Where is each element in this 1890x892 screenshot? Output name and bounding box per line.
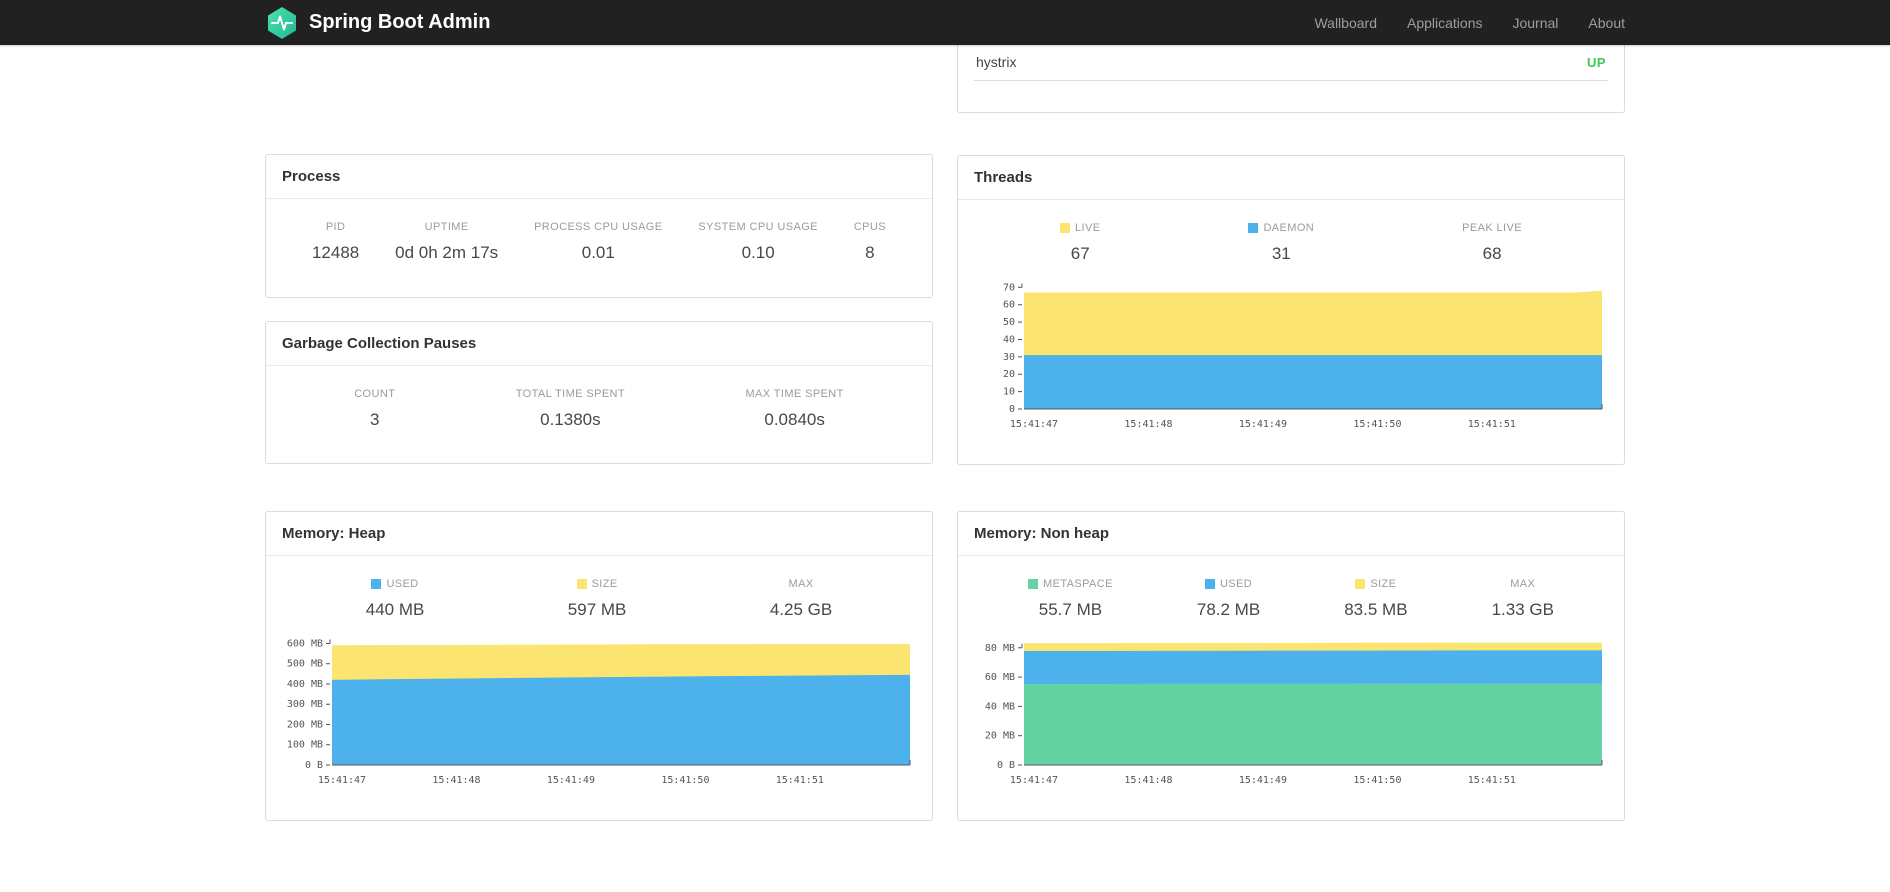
stat-pid: PID 12488	[311, 221, 360, 262]
threads-chart: 70 60 50 40 30 20 10 0 15:41:47 15:41:48 15:41:49 1…	[968, 278, 1614, 436]
spring-boot-admin-logo-icon	[268, 6, 296, 39]
application-row-hystrix: hystrix UP	[974, 44, 1608, 81]
svg-text:15:41:49: 15:41:49	[1239, 419, 1287, 430]
svg-text:15:41:47: 15:41:47	[318, 775, 366, 786]
stat-threads-live: LIVE 67	[1060, 222, 1100, 264]
svg-text:0: 0	[1009, 404, 1015, 415]
svg-text:10: 10	[1003, 387, 1015, 398]
gc-panel-title: Garbage Collection Pauses	[266, 322, 932, 366]
stat-process-cpu-usage: PROCESS CPU USAGE 0.01	[534, 221, 663, 262]
svg-text:15:41:50: 15:41:50	[1353, 419, 1401, 430]
svg-text:80 MB: 80 MB	[985, 643, 1015, 654]
svg-text:30: 30	[1003, 352, 1015, 363]
threads-panel: Threads LIVE 67 DAEMON 31 PEAK LIVE 68 7…	[957, 155, 1625, 465]
stat-cpus: CPUS 8	[853, 221, 886, 262]
svg-text:200 MB: 200 MB	[287, 719, 323, 730]
svg-text:0 B: 0 B	[305, 760, 323, 771]
stat-nonheap-used: USED 78.2 MB	[1196, 578, 1261, 619]
status-badge: UP	[1586, 54, 1606, 70]
svg-text:60 MB: 60 MB	[985, 672, 1015, 683]
brand-title: Spring Boot Admin	[309, 11, 491, 33]
memory-nonheap-panel-title: Memory: Non heap	[958, 512, 1624, 556]
stat-heap-max: MAX 4.25 GB	[769, 578, 833, 619]
svg-text:60: 60	[1003, 300, 1015, 311]
stat-nonheap-metaspace: METASPACE 55.7 MB	[1028, 578, 1113, 620]
brand-home-link[interactable]: Spring Boot Admin	[265, 6, 490, 40]
daemon-legend-swatch	[1248, 223, 1259, 233]
process-stats: PID 12488 UPTIME 0d 0h 2m 17s PROCESS CP…	[266, 199, 932, 263]
threads-stats: LIVE 67 DAEMON 31 PEAK LIVE 68	[958, 200, 1624, 264]
nav-link-wallboard[interactable]: Wallboard	[1314, 15, 1377, 31]
stat-nonheap-max: MAX 1.33 GB	[1491, 578, 1554, 619]
heap-size-legend-swatch	[576, 579, 587, 589]
left-column: Process PID 12488 UPTIME 0d 0h 2m 17s PR…	[265, 45, 933, 821]
stat-gc-total-time: TOTAL TIME SPENT 0.1380s	[515, 388, 626, 429]
svg-text:500 MB: 500 MB	[287, 659, 323, 670]
svg-text:15:41:51: 15:41:51	[776, 775, 824, 786]
nonheap-used-legend-swatch	[1204, 579, 1215, 589]
svg-text:15:41:47: 15:41:47	[1010, 419, 1058, 430]
memory-nonheap-panel: Memory: Non heap METASPACE 55.7 MB USED …	[957, 511, 1625, 821]
svg-text:40: 40	[1003, 334, 1015, 345]
svg-text:15:41:48: 15:41:48	[432, 775, 480, 786]
svg-text:15:41:51: 15:41:51	[1468, 775, 1516, 786]
memory-nonheap-chart: 80 MB 60 MB 40 MB 20 MB 0 B 15:41:47 15:41:48 1…	[968, 634, 1614, 792]
svg-text:100 MB: 100 MB	[287, 740, 323, 751]
nav-links: Wallboard Applications Journal About	[1314, 15, 1625, 31]
memory-heap-panel: Memory: Heap USED 440 MB SIZE 597 MB MAX…	[265, 511, 933, 821]
application-name-link[interactable]: hystrix	[976, 54, 1016, 70]
svg-text:300 MB: 300 MB	[287, 699, 323, 710]
stat-nonheap-size: SIZE 83.5 MB	[1344, 578, 1408, 619]
stat-system-cpu-usage: SYSTEM CPU USAGE 0.10	[698, 221, 818, 262]
svg-text:70: 70	[1003, 282, 1015, 293]
svg-text:0 B: 0 B	[997, 760, 1015, 771]
svg-text:400 MB: 400 MB	[287, 679, 323, 690]
svg-text:15:41:48: 15:41:48	[1124, 775, 1172, 786]
threads-panel-title: Threads	[958, 156, 1624, 200]
svg-text:40 MB: 40 MB	[985, 701, 1015, 712]
svg-text:50: 50	[1003, 317, 1015, 328]
nav-link-about[interactable]: About	[1588, 15, 1625, 31]
gc-panel: Garbage Collection Pauses COUNT 3 TOTAL …	[265, 321, 933, 464]
process-panel-title: Process	[266, 155, 932, 199]
right-column: hystrix UP Threads LIVE 67 DAEMON 31 PEA…	[957, 0, 1625, 821]
stat-uptime: UPTIME 0d 0h 2m 17s	[395, 221, 499, 262]
stat-heap-size: SIZE 597 MB	[567, 578, 627, 619]
nav-link-journal[interactable]: Journal	[1512, 15, 1558, 31]
stat-gc-count: COUNT 3	[354, 388, 396, 429]
main-content: Process PID 12488 UPTIME 0d 0h 2m 17s PR…	[265, 0, 1625, 821]
navbar-inner: Spring Boot Admin Wallboard Applications…	[265, 6, 1625, 40]
memory-nonheap-stats: METASPACE 55.7 MB USED 78.2 MB SIZE 83.5…	[958, 556, 1624, 620]
navbar: Spring Boot Admin Wallboard Applications…	[0, 0, 1890, 45]
svg-text:15:41:48: 15:41:48	[1124, 419, 1172, 430]
svg-text:15:41:49: 15:41:49	[1239, 775, 1287, 786]
memory-heap-stats: USED 440 MB SIZE 597 MB MAX 4.25 GB	[266, 556, 932, 620]
svg-text:15:41:50: 15:41:50	[1353, 775, 1401, 786]
svg-text:20: 20	[1003, 369, 1015, 380]
memory-heap-chart: 600 MB 500 MB 400 MB 300 MB 200 MB 100 MB 0 B 1…	[276, 634, 922, 792]
live-legend-swatch	[1060, 223, 1070, 233]
nav-link-applications[interactable]: Applications	[1407, 15, 1483, 31]
svg-text:15:41:49: 15:41:49	[547, 775, 595, 786]
heap-used-legend-swatch	[371, 579, 382, 589]
memory-heap-panel-title: Memory: Heap	[266, 512, 932, 556]
svg-text:20 MB: 20 MB	[985, 731, 1015, 742]
stat-threads-daemon: DAEMON 31	[1248, 222, 1314, 264]
svg-text:15:41:47: 15:41:47	[1010, 775, 1058, 786]
nonheap-size-legend-swatch	[1355, 579, 1366, 589]
stat-heap-used: USED 440 MB	[365, 578, 425, 619]
svg-text:15:41:51: 15:41:51	[1468, 419, 1516, 430]
stat-gc-max-time: MAX TIME SPENT 0.0840s	[745, 388, 844, 429]
process-panel: Process PID 12488 UPTIME 0d 0h 2m 17s PR…	[265, 154, 933, 298]
metaspace-legend-swatch	[1028, 579, 1039, 589]
stat-threads-peak-live: PEAK LIVE 68	[1462, 222, 1522, 263]
svg-text:15:41:50: 15:41:50	[661, 775, 709, 786]
gc-stats: COUNT 3 TOTAL TIME SPENT 0.1380s MAX TIM…	[266, 366, 932, 430]
svg-text:600 MB: 600 MB	[287, 638, 323, 649]
